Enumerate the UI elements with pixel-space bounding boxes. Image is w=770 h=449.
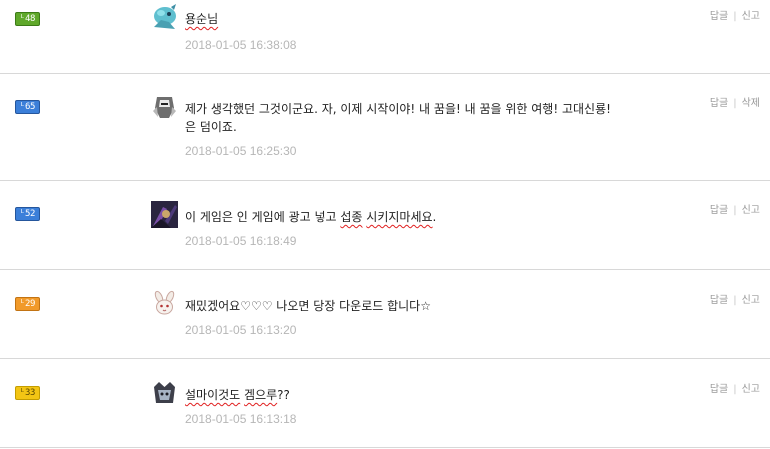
reply-button[interactable]: 답글 [710, 11, 728, 22]
action-divider: | [733, 11, 737, 22]
action-divider: | [733, 295, 737, 306]
reply-button[interactable]: 답글 [710, 98, 728, 109]
blue-dragon-avatar[interactable] [151, 3, 178, 30]
comment-row: ᴸ48 용순님 2018-01-05 16:38:08 답글 | 신고 [0, 0, 770, 74]
comment-text: 제가 생각했던 그것이군요. 자, 이제 시작이야! 내 꿈을! 내 꿈을 위한… [185, 102, 611, 134]
comment-text: 설마이것도 겜으루?? [185, 388, 290, 402]
comment-text: 용순님 [185, 12, 219, 26]
comment-actions: 답글 | 신고 [710, 291, 760, 306]
comment-timestamp: 2018-01-05 16:13:20 [185, 323, 297, 337]
level-badge: ᴸ52 [15, 207, 40, 221]
comment-text: 재밌겠어요♡♡♡ 나오면 당장 다운로드 합니다☆ [185, 299, 431, 313]
reply-button[interactable]: 답글 [710, 205, 728, 216]
comment-timestamp: 2018-01-05 16:13:18 [185, 412, 297, 426]
reply-button[interactable]: 답글 [710, 295, 728, 306]
comment-row: ᴸ29 재밌겠어요♡♡♡ 나오면 당장 다운로드 합니다☆ 2018-01-05… [0, 269, 770, 359]
report-button[interactable]: 신고 [742, 11, 760, 22]
action-divider: | [733, 205, 737, 216]
level-badge: ᴸ29 [15, 297, 40, 311]
comment-row: ᴸ52 이 게임은 인 게임에 광고 넣고 섭종 시키지마세요. 2018-01… [0, 180, 770, 270]
comment-actions: 답글 | 신고 [710, 201, 760, 216]
comment-actions: 답글 | 신고 [710, 380, 760, 395]
white-rabbit-avatar[interactable] [151, 290, 178, 317]
comment-timestamp: 2018-01-05 16:38:08 [185, 38, 297, 52]
comment-list: ᴸ48 용순님 2018-01-05 16:38:08 답글 | 신고 ᴸ65 [0, 0, 770, 449]
comment-row: ᴸ65 제가 생각했던 그것이군요. 자, 이제 시작이야! 내 꿈을! 내 꿈… [0, 73, 770, 181]
comment-timestamp: 2018-01-05 16:18:49 [185, 234, 297, 248]
comment-actions: 답글 | 삭제 [710, 94, 760, 109]
report-button[interactable]: 신고 [742, 384, 760, 395]
armored-knight-avatar[interactable] [151, 93, 178, 120]
dark-warrior-avatar[interactable] [151, 201, 178, 228]
comment-row: ᴸ33 설마이것도 겜으루?? 2018-01-05 16:13:18 답글 | 신… [0, 358, 770, 448]
delete-button[interactable]: 삭제 [742, 98, 760, 109]
comment-text: 이 게임은 인 게임에 광고 넣고 섭종 시키지마세요. [185, 210, 437, 224]
level-badge: ᴸ48 [15, 12, 40, 26]
report-button[interactable]: 신고 [742, 205, 760, 216]
action-divider: | [733, 384, 737, 395]
level-badge: ᴸ33 [15, 386, 40, 400]
comment-timestamp: 2018-01-05 16:25:30 [185, 144, 297, 158]
report-button[interactable]: 신고 [742, 295, 760, 306]
reply-button[interactable]: 답글 [710, 384, 728, 395]
comment-actions: 답글 | 신고 [710, 7, 760, 22]
level-badge: ᴸ65 [15, 100, 40, 114]
action-divider: | [733, 98, 737, 109]
dark-crown-avatar[interactable] [151, 379, 178, 406]
